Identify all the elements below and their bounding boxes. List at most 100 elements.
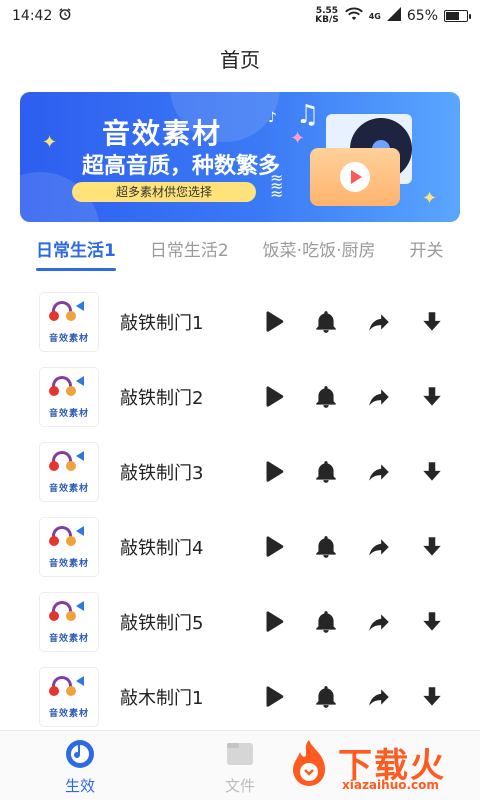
share-button[interactable]	[365, 458, 393, 486]
download-button[interactable]	[418, 683, 446, 711]
watermark: 下载火 xiazaihuo.com	[284, 738, 474, 796]
sound-title: 敲铁制门2	[120, 387, 204, 409]
share-arrow-icon	[369, 388, 389, 406]
sound-title: 敲铁制门3	[120, 462, 204, 484]
headphones-icon	[46, 374, 92, 404]
signal-icon	[386, 7, 401, 25]
sound-thumbnail: 音效素材	[40, 442, 98, 501]
sparkle-icon: ✦	[42, 132, 58, 153]
music-note-icon: ♫	[296, 100, 320, 130]
list-item[interactable]: 音效素材 敲铁制门1	[0, 284, 480, 359]
play-button[interactable]	[259, 533, 287, 561]
play-icon	[266, 610, 284, 632]
share-button[interactable]	[365, 308, 393, 336]
sound-thumbnail: 音效素材	[40, 367, 98, 426]
nav-effects-label: 生效	[64, 777, 95, 795]
bell-icon	[316, 385, 336, 408]
watermark-url: xiazaihuo.com	[342, 778, 439, 792]
banner-subtitle: 超高音质，种数繁多	[82, 154, 281, 179]
play-badge-icon	[340, 162, 370, 192]
sound-thumbnail: 音效素材	[40, 292, 98, 351]
share-button[interactable]	[365, 608, 393, 636]
sound-list: 音效素材 敲铁制门1 音效素材 敲铁制门2 音效素材 敲铁制门3 音效素材 敲铁…	[0, 284, 480, 734]
list-item[interactable]: 音效素材 敲木制门1	[0, 659, 480, 734]
battery-percent: 65%	[406, 8, 438, 24]
tab-switch[interactable]: 开关	[409, 236, 443, 271]
battery-level	[446, 12, 459, 20]
sound-title: 敲铁制门5	[120, 612, 204, 634]
download-arrow-icon	[423, 311, 441, 331]
play-button[interactable]	[259, 458, 287, 486]
thumbnail-label: 音效素材	[48, 333, 89, 344]
share-button[interactable]	[365, 533, 393, 561]
promo-banner[interactable]: ✦ ✦ ✦ 音效素材 超高音质，种数繁多 超多素材供您选择 ♪ ♫ ≈ ≈ ≈	[20, 92, 460, 222]
play-button[interactable]	[259, 383, 287, 411]
music-disc-icon	[65, 739, 95, 769]
play-icon	[266, 385, 284, 407]
headphones-icon	[46, 674, 92, 704]
network-speed-unit: KB/S	[315, 15, 339, 25]
category-tabs: 日常生活1 日常生活2 饭菜·吃饭·厨房 开关	[0, 236, 480, 276]
thumbnail-label: 音效素材	[48, 408, 89, 419]
play-button[interactable]	[259, 308, 287, 336]
battery-icon	[444, 10, 471, 22]
nav-effects[interactable]: 生效	[40, 739, 120, 796]
share-arrow-icon	[369, 313, 389, 331]
set-ringtone-button[interactable]	[312, 308, 340, 336]
download-button[interactable]	[418, 608, 446, 636]
play-button[interactable]	[259, 608, 287, 636]
headphones-icon	[46, 449, 92, 479]
bell-icon	[316, 460, 336, 483]
set-ringtone-button[interactable]	[312, 608, 340, 636]
headphones-icon	[46, 599, 92, 629]
alarm-icon	[58, 7, 72, 25]
sparkle-icon: ✦	[290, 128, 306, 149]
set-ringtone-button[interactable]	[312, 458, 340, 486]
download-button[interactable]	[418, 533, 446, 561]
bell-icon	[316, 685, 336, 708]
play-icon	[266, 460, 284, 482]
play-icon	[266, 685, 284, 707]
headphones-icon	[46, 299, 92, 329]
wifi-icon	[344, 7, 363, 25]
download-arrow-icon	[423, 536, 441, 556]
bell-icon	[316, 610, 336, 633]
download-button[interactable]	[418, 308, 446, 336]
download-button[interactable]	[418, 383, 446, 411]
set-ringtone-button[interactable]	[312, 533, 340, 561]
sound-title: 敲铁制门1	[120, 312, 204, 334]
tab-daily-life-2[interactable]: 日常生活2	[150, 236, 229, 271]
download-button[interactable]	[418, 458, 446, 486]
bell-icon	[316, 535, 336, 558]
play-button[interactable]	[259, 683, 287, 711]
download-arrow-icon	[423, 611, 441, 631]
status-time: 14:42	[12, 8, 53, 24]
status-bar: 14:42 5.55 KB/S 4G 65%	[0, 0, 480, 32]
page-title: 首页	[220, 48, 260, 72]
nav-files[interactable]: 文件	[200, 739, 280, 796]
list-item[interactable]: 音效素材 敲铁制门3	[0, 434, 480, 509]
play-icon	[266, 535, 284, 557]
tab-food-kitchen[interactable]: 饭菜·吃饭·厨房	[263, 236, 376, 271]
sound-thumbnail: 音效素材	[40, 592, 98, 651]
banner-tag: 超多素材供您选择	[72, 182, 257, 202]
sparkle-icon: ✦	[422, 188, 438, 209]
sound-title: 敲铁制门4	[120, 537, 204, 559]
flame-logo-icon	[284, 738, 334, 792]
tab-daily-life-1[interactable]: 日常生活1	[36, 236, 116, 271]
set-ringtone-button[interactable]	[312, 383, 340, 411]
folder-icon	[225, 739, 255, 769]
thumbnail-label: 音效素材	[48, 708, 89, 719]
sound-thumbnail: 音效素材	[40, 517, 98, 576]
share-button[interactable]	[365, 383, 393, 411]
banner-title: 音效素材	[102, 117, 223, 150]
share-button[interactable]	[365, 683, 393, 711]
list-item[interactable]: 音效素材 敲铁制门5	[0, 584, 480, 659]
list-item[interactable]: 音效素材 敲铁制门2	[0, 359, 480, 434]
list-item[interactable]: 音效素材 敲铁制门4	[0, 509, 480, 584]
play-icon	[266, 310, 284, 332]
music-note-icon: ♪	[268, 110, 277, 126]
thumbnail-label: 音效素材	[48, 558, 89, 569]
set-ringtone-button[interactable]	[312, 683, 340, 711]
sound-title: 敲木制门1	[120, 687, 204, 709]
